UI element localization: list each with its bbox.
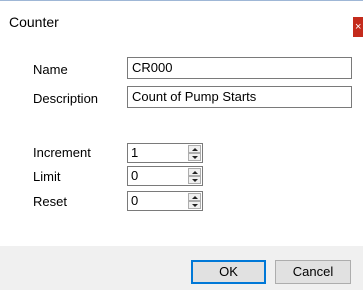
arrow-up-icon — [191, 170, 198, 174]
cancel-button[interactable]: Cancel — [275, 260, 351, 284]
limit-up-button[interactable] — [188, 168, 201, 176]
reset-label: Reset — [33, 194, 67, 209]
close-icon: × — [355, 21, 362, 33]
arrow-down-icon — [191, 178, 198, 182]
reset-value: 0 — [131, 193, 139, 208]
arrow-up-icon — [191, 147, 198, 151]
limit-down-button[interactable] — [188, 176, 201, 184]
increment-value: 1 — [131, 145, 139, 160]
dialog-footer: OK Cancel — [0, 246, 363, 290]
arrow-down-icon — [191, 155, 198, 159]
increment-stepper[interactable]: 1 — [127, 143, 203, 163]
window-title: Counter — [9, 14, 59, 30]
limit-value: 0 — [131, 168, 139, 183]
ok-button[interactable]: OK — [191, 260, 266, 284]
limit-spin-buttons — [188, 168, 201, 184]
dialog-body: Name CR000 Description Count of Pump Sta… — [0, 42, 363, 246]
reset-up-button[interactable] — [188, 193, 201, 201]
title-bar: Counter × — [0, 0, 363, 42]
increment-up-button[interactable] — [188, 145, 201, 153]
arrow-up-icon — [191, 195, 198, 199]
limit-label: Limit — [33, 169, 61, 184]
increment-down-button[interactable] — [188, 153, 201, 161]
reset-spin-buttons — [188, 193, 201, 209]
reset-stepper[interactable]: 0 — [127, 191, 203, 211]
increment-label: Increment — [33, 145, 91, 160]
limit-stepper[interactable]: 0 — [127, 166, 203, 186]
name-field[interactable]: CR000 — [127, 57, 352, 79]
reset-down-button[interactable] — [188, 201, 201, 209]
arrow-down-icon — [191, 203, 198, 207]
description-label: Description — [33, 91, 99, 106]
name-label: Name — [33, 62, 68, 77]
close-button[interactable]: × — [353, 17, 363, 37]
increment-spin-buttons — [188, 145, 201, 161]
description-field[interactable]: Count of Pump Starts — [127, 86, 352, 108]
